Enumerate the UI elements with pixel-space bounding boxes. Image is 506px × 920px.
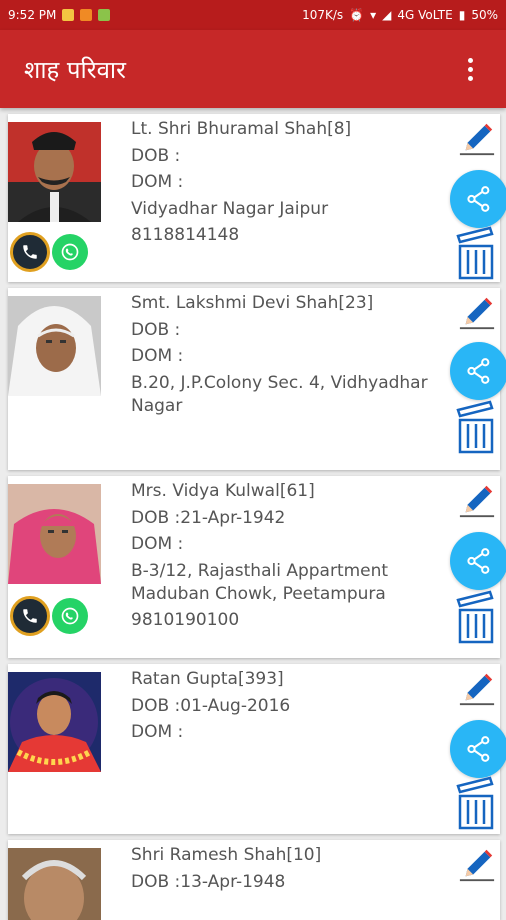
member-photo — [8, 296, 101, 396]
whatsapp-icon — [61, 607, 79, 625]
call-button[interactable] — [10, 232, 50, 272]
status-bar: 9:52 PM 107K/s ⏰ ▾ ◢ 4G VoLTE ▮ 50% — [0, 0, 506, 30]
delete-trash-icon[interactable] — [456, 400, 496, 454]
delete-trash-icon[interactable] — [456, 776, 496, 830]
member-phone: 8118814148 — [131, 225, 240, 245]
member-card[interactable]: Smt. Lakshmi Devi Shah[23] DOB : DOM : B… — [8, 288, 506, 470]
share-icon — [467, 358, 490, 384]
alarm-icon: ⏰ — [349, 8, 365, 22]
member-details: Lt. Shri Bhuramal Shah[8] DOB : DOM : Vi… — [131, 116, 441, 249]
member-card[interactable]: Mrs. Vidya Kulwal[61] DOB :21-Apr-1942 D… — [8, 476, 506, 658]
edit-pencil-icon[interactable] — [458, 120, 496, 158]
member-dob: DOB :13-Apr-1948 — [131, 871, 286, 892]
member-details: Ratan Gupta[393] DOB :01-Aug-2016 DOM : — [131, 666, 441, 746]
member-photo — [8, 484, 101, 584]
member-address: Vidyadhar Nagar Jaipur — [131, 198, 329, 219]
member-photo — [8, 848, 101, 920]
edit-pencil-icon[interactable] — [458, 670, 496, 708]
wifi-icon: ▾ — [370, 8, 377, 22]
member-photo — [8, 672, 101, 772]
member-card[interactable]: Ratan Gupta[393] DOB :01-Aug-2016 DOM : — [8, 664, 506, 834]
whatsapp-icon — [61, 243, 79, 261]
notification-icon — [80, 9, 93, 21]
member-dom: DOM : — [131, 172, 184, 192]
member-address: B.20, J.P.Colony Sec. 4, Vidhyadhar Naga… — [131, 372, 428, 417]
member-dom: DOM : — [131, 346, 184, 366]
phone-icon — [23, 245, 37, 259]
member-photo — [8, 122, 101, 222]
member-name: Smt. Lakshmi Devi Shah[23] — [131, 293, 374, 313]
member-name: Mrs. Vidya Kulwal[61] — [131, 481, 315, 501]
share-button[interactable] — [450, 720, 506, 778]
share-button[interactable] — [450, 342, 506, 400]
notification-icon — [62, 9, 75, 21]
app-title: शाह परिवार — [24, 55, 126, 84]
notification-icon — [98, 9, 111, 21]
status-time: 9:52 PM — [8, 8, 57, 22]
member-name: Shri Ramesh Shah[10] — [131, 845, 322, 865]
member-dob: DOB : — [131, 319, 181, 340]
phone-icon — [23, 609, 37, 623]
delete-trash-icon[interactable] — [456, 226, 496, 280]
member-dob: DOB :01-Aug-2016 — [131, 695, 291, 716]
delete-trash-icon[interactable] — [456, 590, 496, 644]
member-dob: DOB :21-Apr-1942 — [131, 507, 286, 528]
overflow-menu-icon[interactable] — [458, 49, 482, 89]
network-type: 4G VoLTE — [397, 8, 453, 22]
member-details: Smt. Lakshmi Devi Shah[23] DOB : DOM : B… — [131, 290, 441, 419]
member-address: B-3/12, Rajasthali Appartment Maduban Ch… — [131, 560, 389, 605]
member-card[interactable]: Lt. Shri Bhuramal Shah[8] DOB : DOM : Vi… — [8, 114, 506, 282]
whatsapp-button[interactable] — [52, 234, 88, 270]
member-details: Shri Ramesh Shah[10] DOB :13-Apr-1948 — [131, 842, 441, 895]
member-dom: DOM : — [131, 534, 184, 554]
edit-pencil-icon[interactable] — [458, 846, 496, 884]
share-button[interactable] — [450, 170, 506, 228]
edit-pencil-icon[interactable] — [458, 482, 496, 520]
whatsapp-button[interactable] — [52, 598, 88, 634]
member-name: Lt. Shri Bhuramal Shah[8] — [131, 119, 352, 139]
member-card[interactable]: Shri Ramesh Shah[10] DOB :13-Apr-1948 — [8, 840, 500, 920]
network-speed: 107K/s — [302, 8, 344, 22]
share-icon — [467, 186, 490, 212]
member-dob: DOB : — [131, 145, 181, 166]
share-icon — [467, 736, 490, 762]
share-button[interactable] — [450, 532, 506, 590]
app-bar: शाह परिवार — [0, 30, 506, 108]
call-button[interactable] — [10, 596, 50, 636]
battery-icon: ▮ — [458, 8, 466, 22]
share-icon — [467, 548, 490, 574]
member-dom: DOM : — [131, 722, 184, 742]
signal-icon: ◢ — [382, 8, 392, 22]
member-phone: 9810190100 — [131, 609, 240, 630]
member-name: Ratan Gupta[393] — [131, 669, 284, 689]
battery-level: 50% — [471, 8, 498, 22]
edit-pencil-icon[interactable] — [458, 294, 496, 332]
member-details: Mrs. Vidya Kulwal[61] DOB :21-Apr-1942 D… — [131, 478, 441, 633]
